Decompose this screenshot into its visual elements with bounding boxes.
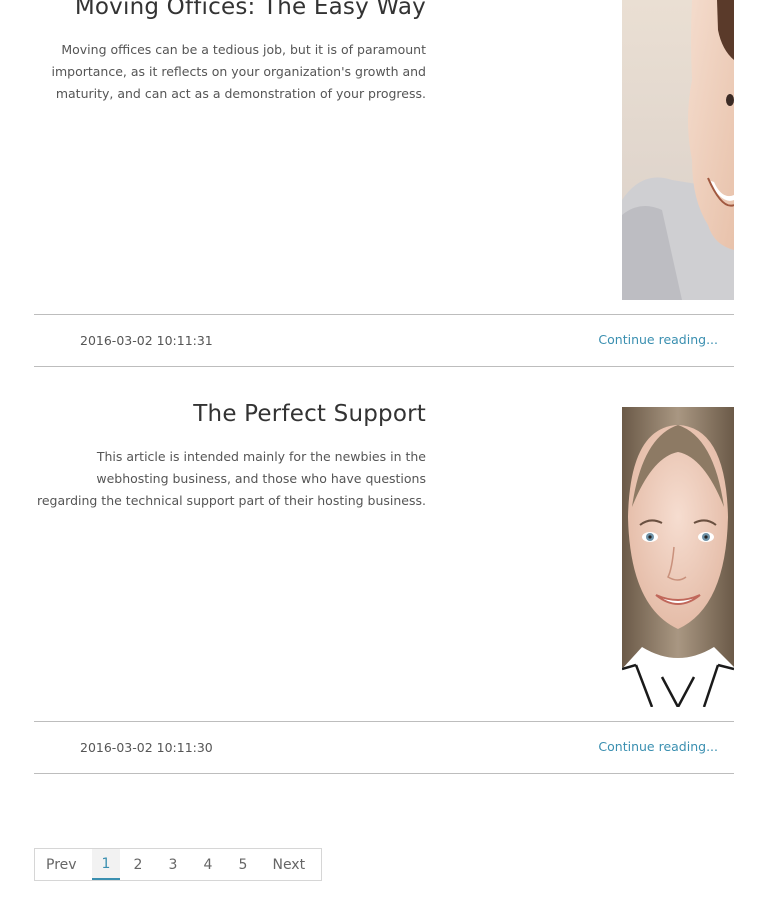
pagination-page-5[interactable]: 5 (225, 849, 260, 880)
post-thumbnail[interactable] (622, 0, 734, 300)
pagination-next[interactable]: Next (260, 849, 321, 880)
post-date: 2016-03-02 10:11:31 (80, 333, 213, 348)
continue-reading-link[interactable]: Continue reading... (598, 332, 718, 347)
post-text: The Perfect Support This article is inte… (34, 397, 426, 512)
woman-portrait-photo (622, 407, 734, 707)
post-excerpt: Moving offices can be a tedious job, but… (51, 42, 427, 101)
continue-reading-link[interactable]: Continue reading... (598, 739, 718, 754)
post-title[interactable]: Moving Offices: The Easy Way (34, 0, 426, 24)
post-excerpt: This article is intended mainly for the … (37, 449, 426, 508)
post-meta: 2016-03-02 10:11:31 Continue reading... (34, 314, 734, 367)
post-thumbnail[interactable] (622, 407, 734, 707)
pagination-page-2[interactable]: 2 (120, 849, 155, 880)
post-date: 2016-03-02 10:11:30 (80, 740, 213, 755)
blog-list-page: Moving Offices: The Easy Way Moving offi… (0, 0, 768, 920)
pagination-page-1[interactable]: 1 (91, 849, 121, 880)
post-title[interactable]: The Perfect Support (34, 397, 426, 431)
post-meta: 2016-03-02 10:11:30 Continue reading... (34, 721, 734, 774)
pagination-page-3[interactable]: 3 (155, 849, 190, 880)
post-text: Moving Offices: The Easy Way Moving offi… (34, 0, 427, 105)
smiling-woman-photo (622, 0, 734, 300)
pagination-page-4[interactable]: 4 (190, 849, 225, 880)
pagination: Prev 1 2 3 4 5 Next (34, 848, 323, 881)
pagination-prev[interactable]: Prev (35, 849, 92, 880)
